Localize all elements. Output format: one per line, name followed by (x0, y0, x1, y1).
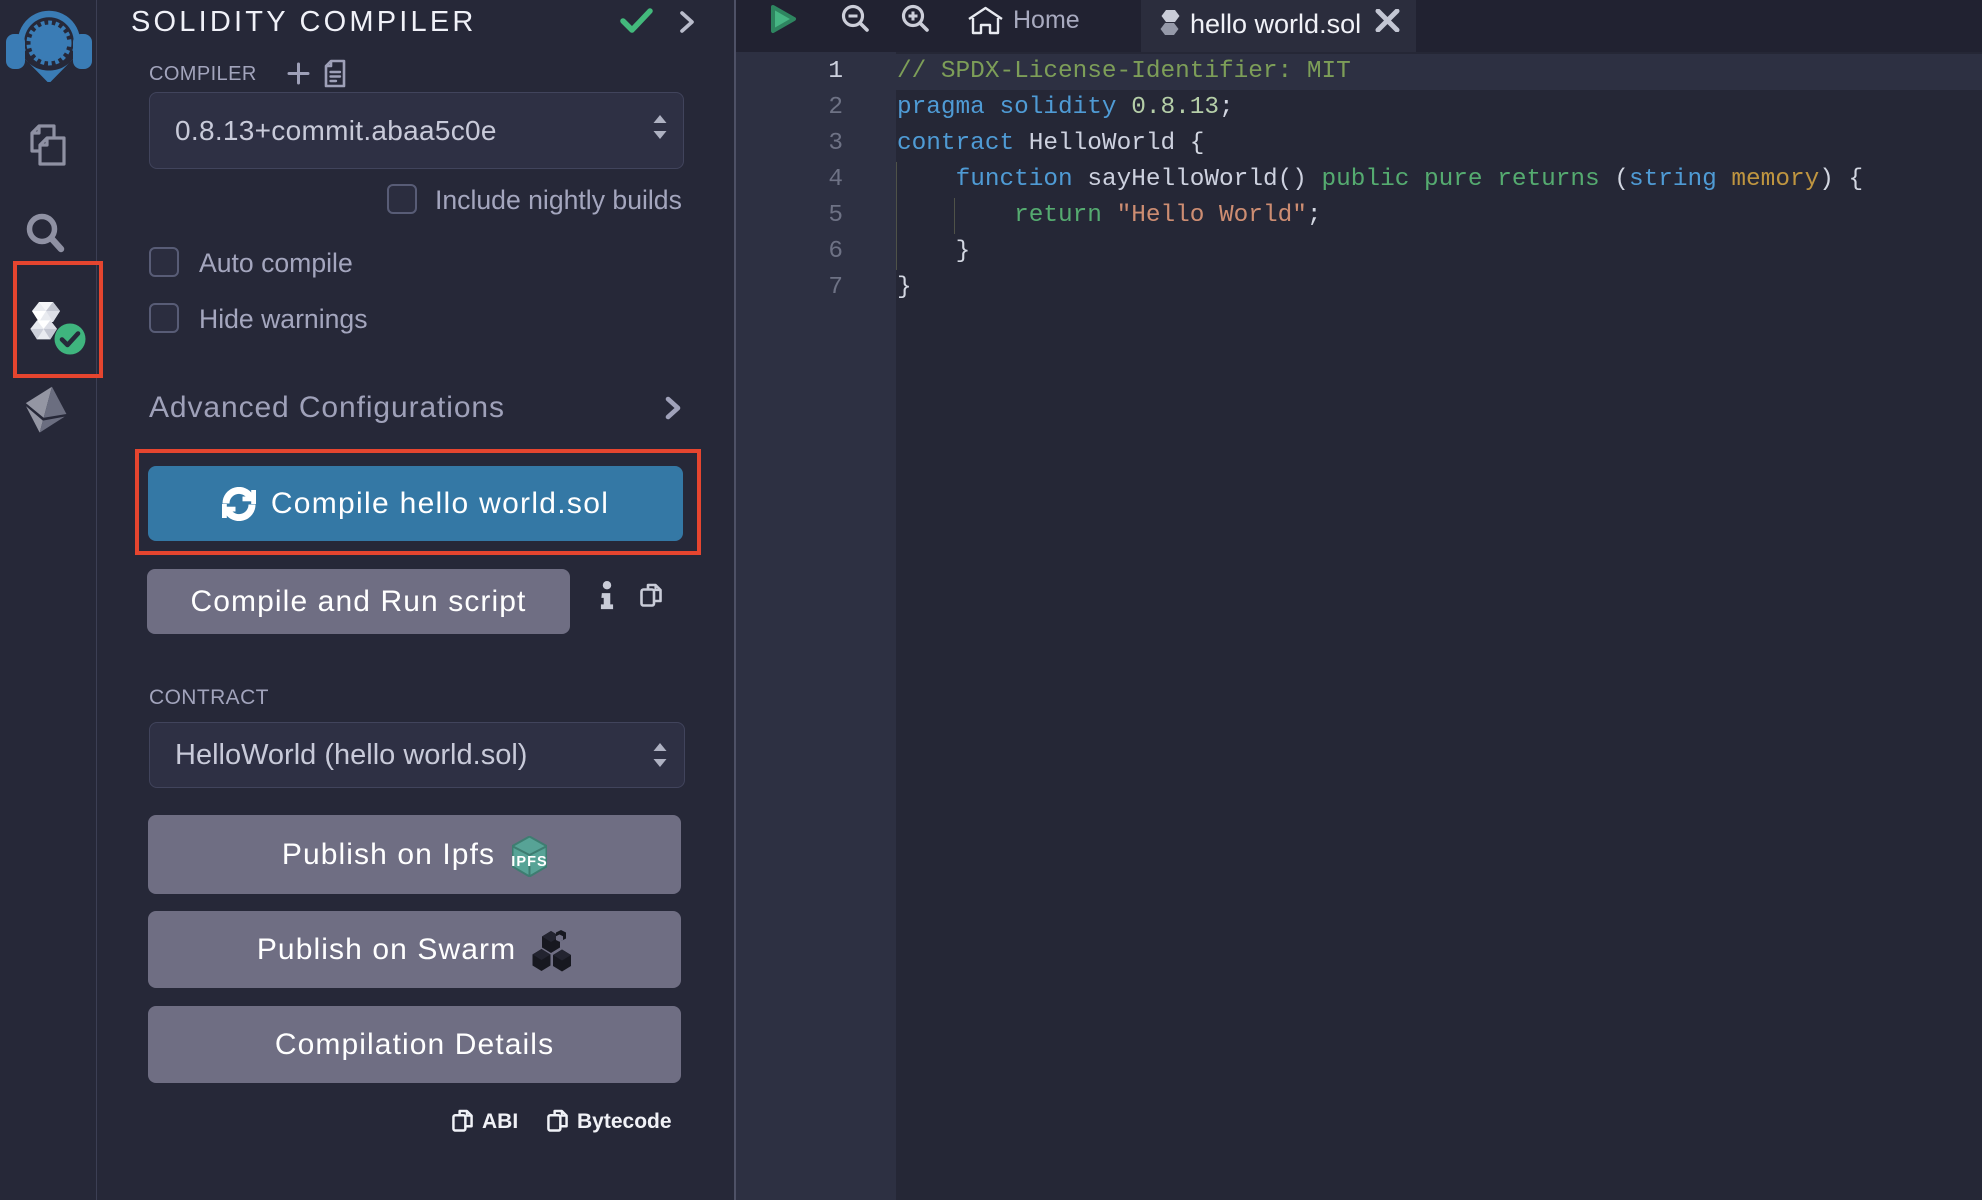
svg-text:IPFS: IPFS (512, 854, 547, 870)
